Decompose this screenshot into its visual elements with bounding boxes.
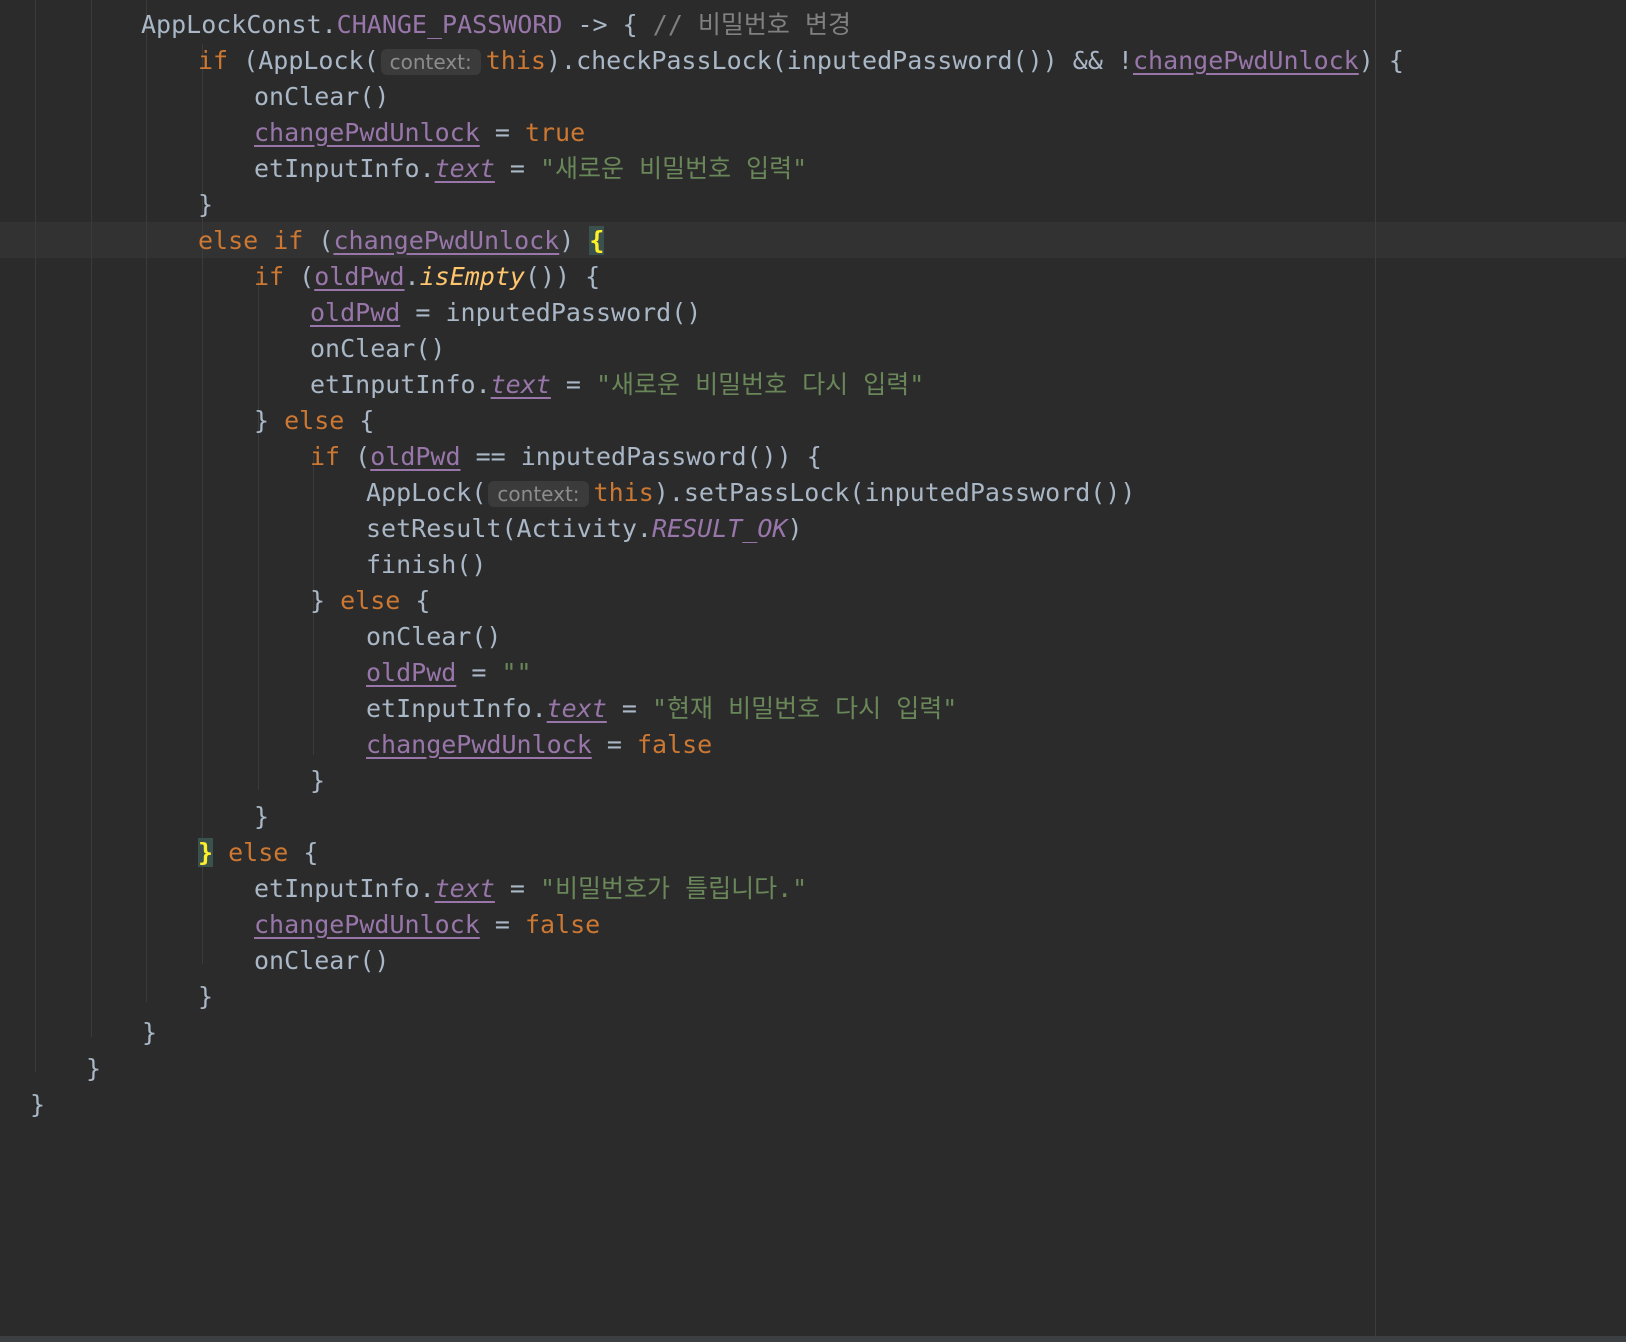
matched-brace: { (589, 226, 605, 255)
code-line-4: changePwdUnlock = true (254, 118, 586, 147)
code-line-28: } (198, 982, 214, 1011)
code-line-13: if (oldPwd == inputedPassword()) { (310, 442, 822, 471)
code-line-3: onClear() (254, 82, 390, 111)
code-line-5: etInputInfo.text = "새로운 비밀번호 입력" (254, 154, 808, 183)
code-line-18: onClear() (366, 622, 502, 651)
code-line-19: oldPwd = "" (366, 658, 532, 687)
code-line-6: } (198, 190, 214, 219)
code-line-31: } (30, 1090, 46, 1119)
code-line-20: etInputInfo.text = "현재 비밀번호 다시 입력" (366, 694, 958, 723)
code-line-8: if (oldPwd.isEmpty()) { (254, 262, 601, 291)
matched-brace: } (198, 838, 214, 867)
code-line-12: } else { (254, 406, 375, 435)
code-line-11: etInputInfo.text = "새로운 비밀번호 다시 입력" (310, 370, 925, 399)
code-editor[interactable]: AppLockConst.CHANGE_PASSWORD -> { // 비밀번… (0, 0, 1626, 1336)
parameter-hint: context: (380, 49, 481, 75)
parameter-hint: context: (488, 481, 589, 507)
code-line-14: AppLock(context: this).setPassLock(inpute… (366, 478, 1136, 507)
indent-guide (35, 0, 36, 1072)
code-line-21: changePwdUnlock = false (366, 730, 713, 759)
code-line-29: } (142, 1018, 158, 1047)
code-line-22: } (310, 766, 326, 795)
right-margin-guide (1375, 0, 1376, 1336)
code-line-10: onClear() (310, 334, 446, 363)
editor-bottom-border (0, 1336, 1626, 1342)
indent-guide (146, 0, 147, 1002)
code-line-15: setResult(Activity.RESULT_OK) (366, 514, 803, 543)
indent-guide (258, 278, 259, 790)
indent-guide (91, 0, 92, 1037)
code-line-1: AppLockConst.CHANGE_PASSWORD -> { // 비밀번… (141, 10, 851, 39)
indent-guide (202, 44, 203, 964)
code-line-7: else if (changePwdUnlock) { (198, 226, 605, 255)
code-line-24: } else { (198, 838, 319, 867)
code-line-17: } else { (310, 586, 431, 615)
code-line-30: } (86, 1054, 102, 1083)
code-line-23: } (254, 802, 270, 831)
code-line-25: etInputInfo.text = "비밀번호가 틀립니다." (254, 874, 808, 903)
code-line-27: onClear() (254, 946, 390, 975)
code-line-26: changePwdUnlock = false (254, 910, 601, 939)
code-line-9: oldPwd = inputedPassword() (310, 298, 702, 327)
code-line-2: if (AppLock(context: this).checkPassLock(… (198, 46, 1404, 75)
code-line-16: finish() (366, 550, 487, 579)
